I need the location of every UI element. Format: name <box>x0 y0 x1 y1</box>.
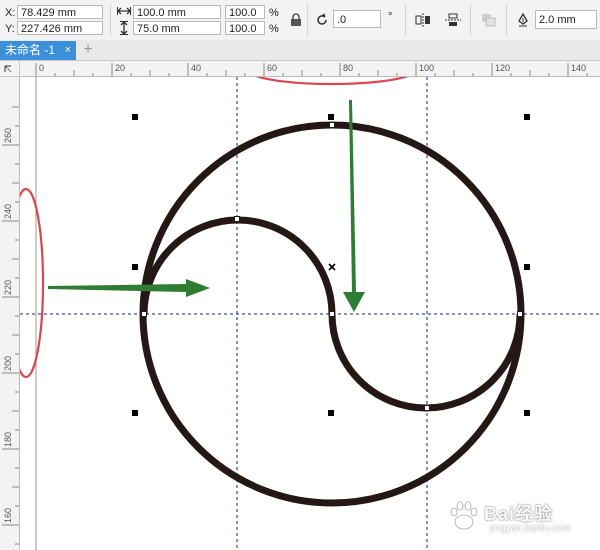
mirror-vertical-button[interactable] <box>444 11 462 29</box>
center-x-icon[interactable] <box>328 263 336 271</box>
x-label: X: <box>5 7 16 19</box>
width-arrows-icon <box>115 3 133 19</box>
h-ruler-label: 0 <box>39 63 44 73</box>
document-tab-bar: 未命名 -1 × + <box>0 40 600 61</box>
down-arrow-icon <box>343 100 365 312</box>
ruler-highlight-ellipse <box>255 77 409 86</box>
separator <box>470 4 471 36</box>
h-ruler-label: 40 <box>191 63 201 73</box>
annotation-arrows <box>48 100 365 312</box>
node-handle[interactable] <box>329 122 335 128</box>
node-handle[interactable] <box>234 216 240 222</box>
annotation-ellipses <box>20 77 409 379</box>
x-position-field[interactable]: 78.429 mm <box>17 5 103 19</box>
selection-handle[interactable] <box>328 410 334 416</box>
v-ruler-label: 260 <box>3 128 13 143</box>
ruler-highlight-ellipse <box>20 187 45 379</box>
v-ruler-label: 240 <box>3 204 13 219</box>
tab-untitled-1[interactable]: 未命名 -1 × <box>0 41 76 60</box>
y-label: Y: <box>5 23 15 35</box>
width-field[interactable]: 100.0 mm <box>133 5 221 19</box>
paw-logo-icon <box>450 501 478 530</box>
scale-x-field[interactable]: 100.0 <box>225 5 265 19</box>
selection-handle[interactable] <box>132 410 138 416</box>
h-ruler-label: 120 <box>495 63 510 73</box>
close-tab-icon[interactable]: × <box>65 41 71 60</box>
scale-y-field[interactable]: 100.0 <box>225 21 265 35</box>
mirror-horizontal-icon <box>415 13 430 27</box>
h-ruler-label: 140 <box>571 63 586 73</box>
separator <box>110 4 111 36</box>
height-arrows-icon <box>115 20 133 36</box>
pen-outline-icon <box>514 11 532 29</box>
rotation-field[interactable]: .0 <box>333 10 381 28</box>
selection-handle[interactable] <box>328 114 334 120</box>
selection-handle[interactable] <box>132 114 138 120</box>
ruler-origin-icon <box>4 65 12 73</box>
h-ruler-label: 60 <box>267 63 277 73</box>
lock-ratio-button[interactable] <box>287 11 305 29</box>
percent-x-label: % <box>269 7 279 19</box>
h-ruler-label: 80 <box>343 63 353 73</box>
baidu-watermark: Bai经验 jingyan.baidu.com <box>446 498 571 538</box>
separator <box>307 4 308 36</box>
selection-handle[interactable] <box>132 264 138 270</box>
v-ruler-label: 220 <box>3 280 13 295</box>
tab-label: 未命名 -1 <box>5 43 56 57</box>
vertical-ruler[interactable]: 260 240 220 200 180 160 <box>0 77 20 550</box>
arrange-button[interactable] <box>480 11 498 29</box>
mirror-horizontal-button[interactable] <box>414 11 432 29</box>
add-tab-button[interactable]: + <box>80 42 96 58</box>
property-bar: X: 78.429 mm Y: 227.426 mm 100.0 mm 75.0… <box>0 0 600 41</box>
h-ruler-label: 20 <box>115 63 125 73</box>
ruler-origin-corner[interactable] <box>0 61 20 77</box>
selection-handle[interactable] <box>524 264 530 270</box>
separator <box>405 4 406 36</box>
node-handle[interactable] <box>424 405 430 411</box>
mirror-vertical-icon <box>445 13 461 26</box>
rotate-icon <box>313 11 331 29</box>
height-field[interactable]: 75.0 mm <box>133 21 221 35</box>
v-ruler-label: 180 <box>3 432 13 447</box>
watermark-url: jingyan.baidu.com <box>490 523 571 534</box>
node-handle[interactable] <box>141 311 147 317</box>
guidelines <box>20 77 600 550</box>
node-handle[interactable] <box>517 311 523 317</box>
selection-handle[interactable] <box>524 410 530 416</box>
separator <box>506 4 507 36</box>
drawing-canvas[interactable]: Bai经验 jingyan.baidu.com <box>20 77 600 550</box>
node-handle[interactable] <box>329 311 335 317</box>
v-ruler-label: 160 <box>3 508 13 523</box>
h-ruler-label: 100 <box>419 63 434 73</box>
arrange-icon <box>482 14 496 27</box>
outline-width-field[interactable]: 2.0 mm <box>535 10 597 29</box>
right-arrow-icon <box>48 279 210 297</box>
selection-handle[interactable] <box>524 114 530 120</box>
y-position-field[interactable]: 227.426 mm <box>17 21 103 35</box>
lock-icon <box>291 13 301 26</box>
horizontal-ruler[interactable]: 0 20 40 60 80 100 120 140 <box>20 61 600 77</box>
v-ruler-label: 200 <box>3 356 13 371</box>
percent-y-label: % <box>269 23 279 35</box>
degree-label: ° <box>388 11 393 23</box>
